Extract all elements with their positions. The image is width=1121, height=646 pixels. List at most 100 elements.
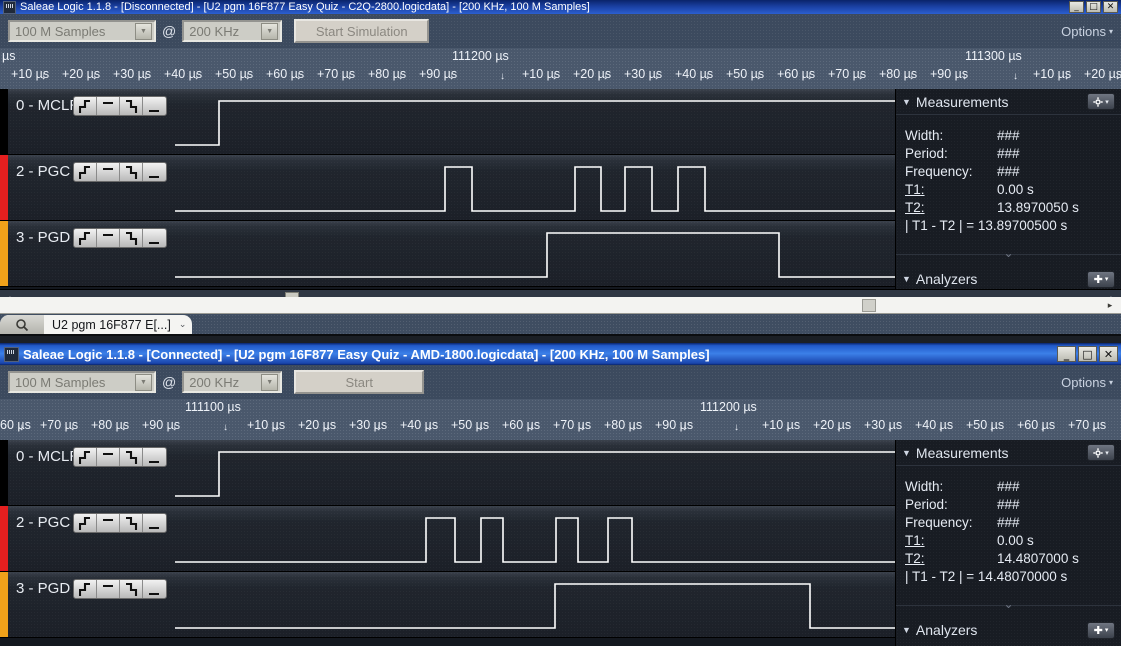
maximize-button[interactable]: □ <box>1078 346 1097 362</box>
ruler-tick-icon <box>245 71 250 88</box>
logic-window-connected: Saleae Logic 1.1.8 - [Connected] - [U2 p… <box>0 343 1121 646</box>
falling-edge-icon[interactable] <box>120 514 143 532</box>
measurement-label[interactable]: T1: <box>905 532 997 550</box>
options-menu[interactable]: Options ▾ <box>1061 375 1113 390</box>
measurements-header[interactable]: ▼ Measurements ▾ <box>896 89 1121 115</box>
high-level-icon[interactable] <box>97 97 120 115</box>
titlebar-window1[interactable]: Saleae Logic 1.1.8 - [Disconnected] - [U… <box>0 0 1121 14</box>
rising-edge-icon[interactable] <box>74 229 97 247</box>
window-title: Saleae Logic 1.1.8 - [Connected] - [U2 p… <box>23 346 710 362</box>
rising-edge-icon[interactable] <box>74 514 97 532</box>
trigger-button-group[interactable] <box>73 513 167 533</box>
measurement-value: ### <box>997 146 1020 161</box>
timeline-ruler-window1[interactable]: µs 111200 µs 111300 µs +10 µs +20 µs +30 µs +… <box>0 48 1121 89</box>
chevron-down-icon[interactable]: ▼ <box>261 22 279 40</box>
falling-edge-icon[interactable] <box>120 580 143 598</box>
trigger-button-group[interactable] <box>73 579 167 599</box>
options-menu[interactable]: Options ▾ <box>1061 24 1113 39</box>
sample-count-select[interactable]: 100 M Samples ▼ <box>8 20 156 42</box>
chevron-down-icon[interactable]: ▼ <box>135 22 152 40</box>
high-level-icon[interactable] <box>97 229 120 247</box>
low-level-icon[interactable] <box>143 514 166 532</box>
measurement-label: Frequency: <box>905 515 973 530</box>
scroll-left-arrow-icon[interactable]: scroll-left-arrow-icon <box>2 298 16 312</box>
channel-row[interactable]: 3 - PGD <box>0 221 895 287</box>
measurement-label[interactable]: T1: <box>905 181 997 199</box>
sample-rate-select[interactable]: 200 KHz ▼ <box>182 20 283 42</box>
high-level-icon[interactable] <box>97 514 120 532</box>
ruler-tick-icon <box>734 422 739 439</box>
sample-rate-select[interactable]: 200 KHz ▼ <box>182 371 283 393</box>
chevron-down-icon[interactable]: ▼ <box>261 373 279 391</box>
chevron-down-icon[interactable]: ▼ <box>902 274 911 284</box>
ruler-tick-icon <box>938 422 943 439</box>
rising-edge-icon[interactable] <box>74 580 97 598</box>
chevron-down-icon: ▾ <box>1108 26 1113 36</box>
trigger-button-group[interactable] <box>73 96 167 116</box>
close-button[interactable]: ✕ <box>1099 346 1118 362</box>
add-analyzer-button[interactable]: ✚ ▾ <box>1087 270 1115 288</box>
low-level-icon[interactable] <box>143 97 166 115</box>
measurements-header[interactable]: ▼ Measurements ▾ <box>896 440 1121 466</box>
rising-edge-icon[interactable] <box>74 97 97 115</box>
channel-row[interactable]: 2 - PGC <box>0 155 895 221</box>
analyzers-header[interactable]: ▼ Analyzers ✚ ▾ <box>896 617 1121 643</box>
falling-edge-icon[interactable] <box>120 448 143 466</box>
channel-row[interactable]: 2 - PGC <box>0 506 895 572</box>
measurements-settings-button[interactable]: ▾ <box>1087 93 1115 110</box>
trigger-button-group[interactable] <box>73 162 167 182</box>
channel-color-bar <box>0 440 8 505</box>
close-button[interactable]: ✕ <box>1103 1 1118 13</box>
low-level-icon[interactable] <box>143 580 166 598</box>
waveform-trace[interactable] <box>175 221 895 286</box>
start-simulation-button[interactable]: Start Simulation <box>294 19 430 43</box>
taskbar-tab[interactable]: U2 pgm 16F877 E[...] ⌄ <box>0 315 193 334</box>
panel-splitter[interactable] <box>896 254 1121 266</box>
maximize-button[interactable]: □ <box>1086 1 1101 13</box>
measurement-label[interactable]: T2: <box>905 199 997 217</box>
waveform-trace[interactable] <box>175 89 895 154</box>
start-button[interactable]: Start <box>294 370 425 394</box>
low-level-icon[interactable] <box>143 448 166 466</box>
measurement-value: ### <box>997 497 1020 512</box>
panel-splitter[interactable] <box>896 605 1121 617</box>
chevron-down-icon[interactable]: ▼ <box>902 625 911 635</box>
falling-edge-icon[interactable] <box>120 97 143 115</box>
add-analyzer-button[interactable]: ✚ ▾ <box>1087 621 1115 639</box>
channel-row[interactable]: 0 - MCLR <box>0 89 895 155</box>
minimize-button[interactable]: _ <box>1057 346 1076 362</box>
trigger-button-group[interactable] <box>73 228 167 248</box>
chevron-down-icon[interactable]: ▼ <box>902 97 911 107</box>
ruler-tick-icon <box>223 422 228 439</box>
chevron-down-icon[interactable]: ▼ <box>135 373 152 391</box>
high-level-icon[interactable] <box>97 448 120 466</box>
rising-edge-icon[interactable] <box>74 448 97 466</box>
channel-row[interactable]: 3 - PGD <box>0 572 895 638</box>
chevron-down-icon[interactable]: ⌄ <box>179 319 187 330</box>
scroll-right-arrow-icon[interactable]: ▸ <box>1103 298 1117 312</box>
trigger-button-group[interactable] <box>73 447 167 467</box>
rising-edge-icon[interactable] <box>74 163 97 181</box>
measurement-label[interactable]: T2: <box>905 550 997 568</box>
high-level-icon[interactable] <box>97 580 120 598</box>
waveform-trace[interactable] <box>175 506 895 571</box>
measurements-settings-button[interactable]: ▾ <box>1087 444 1115 461</box>
minimize-button[interactable]: _ <box>1069 1 1084 13</box>
waveform-trace[interactable] <box>175 572 895 637</box>
waveform-trace[interactable] <box>175 440 895 505</box>
ruler-tick-icon <box>478 422 483 439</box>
scroll-thumb[interactable] <box>862 299 876 312</box>
channel-row[interactable]: 0 - MCLR <box>0 440 895 506</box>
falling-edge-icon[interactable] <box>120 163 143 181</box>
low-level-icon[interactable] <box>143 163 166 181</box>
sample-count-select[interactable]: 100 M Samples ▼ <box>8 371 156 393</box>
low-level-icon[interactable] <box>143 229 166 247</box>
search-icon[interactable] <box>0 315 44 334</box>
titlebar-window2[interactable]: Saleae Logic 1.1.8 - [Connected] - [U2 p… <box>0 343 1121 365</box>
high-level-icon[interactable] <box>97 163 120 181</box>
chevron-down-icon[interactable]: ▼ <box>902 448 911 458</box>
waveform-trace[interactable] <box>175 155 895 220</box>
falling-edge-icon[interactable] <box>120 229 143 247</box>
timeline-ruler-window2[interactable]: 111100 µs 111200 µs 60 µs +70 µs +80 µs +90 µ… <box>0 399 1121 440</box>
browser-scroll-row[interactable]: scroll-left-arrow-icon ▸ <box>0 297 1121 314</box>
